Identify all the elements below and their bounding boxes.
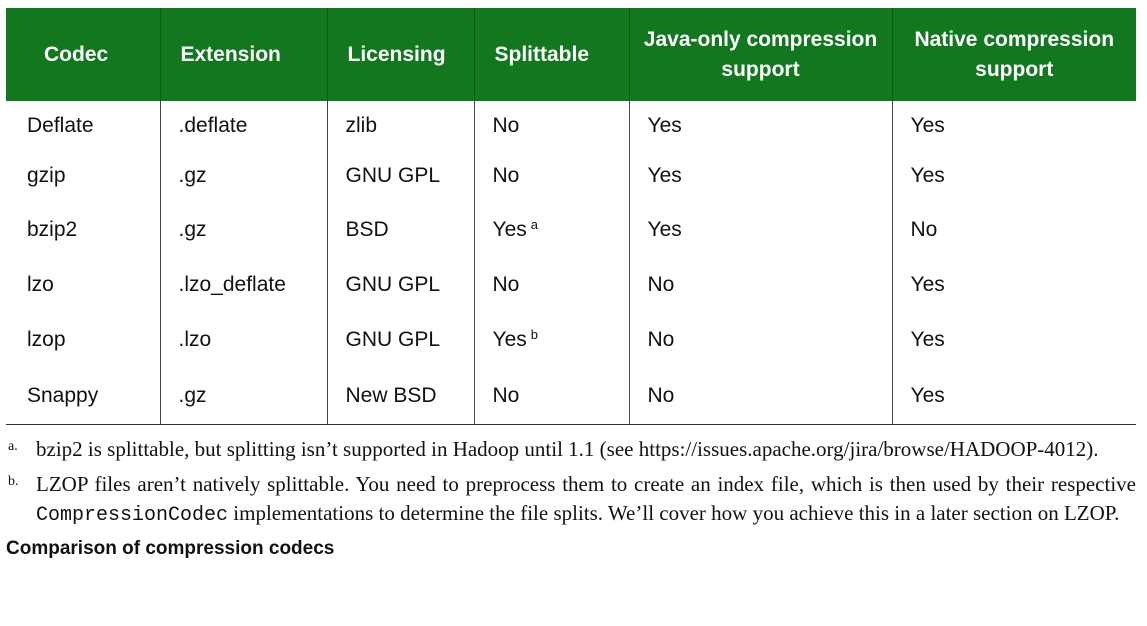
footnote-b: b. LZOP files aren’t natively splittable… [6,470,1136,530]
header-native-support: Native compression support [891,8,1136,101]
header-java-only-support: Java-only compression support [628,8,892,101]
cell-licensing: GNU GPL [326,257,474,312]
table-row: lzop .lzo GNU GPL Yes b No Yes [6,312,1136,367]
cell-codec: Snappy [6,367,160,425]
cell-splittable: No [473,150,629,202]
footnote-label: b. [8,474,19,489]
cell-licensing: GNU GPL [326,150,474,202]
footnote-text-end: implementations to determine the file sp… [228,501,1120,525]
table-row: lzo .lzo_deflate GNU GPL No No Yes [6,257,1136,312]
header-codec: Codec [44,42,109,66]
cell-codec: lzo [27,272,54,296]
cell-native: No [891,202,1136,257]
cell-native: Yes [891,257,1136,312]
splittable-value: Yes [492,218,527,241]
cell-java-only: Yes [628,150,892,202]
cell-licensing: zlib [326,101,474,150]
cell-extension: .lzo_deflate [159,257,327,312]
cell-splittable: Yes b [473,312,629,367]
header-row: Codec Extension Licensing Splittable Jav… [6,8,1136,101]
cell-native: Yes [891,367,1136,425]
cell-java-only: No [628,367,892,425]
cell-licensing: New BSD [326,367,474,425]
footnote-text: bzip2 is splittable, but splitting isn’t… [36,437,1099,461]
footnote-a: a. bzip2 is splittable, but splitting is… [6,435,1136,464]
cell-java-only: No [628,257,892,312]
cell-splittable: No [473,101,629,150]
table-header: Codec Extension Licensing Splittable Jav… [6,8,1136,101]
cell-extension: .lzo [159,312,327,367]
cell-codec: gzip [27,164,66,187]
codec-comparison-table: Codec Extension Licensing Splittable Jav… [6,8,1136,425]
header-extension: Extension [159,8,327,101]
table-body: Deflate .deflate zlib No Yes Yes gzip .g… [6,101,1136,425]
header-licensing: Licensing [326,8,474,101]
cell-extension: .gz [159,150,327,202]
cell-native: Yes [891,101,1136,150]
footnotes: a. bzip2 is splittable, but splitting is… [6,435,1136,530]
cell-extension: .gz [159,202,327,257]
cell-splittable: No [473,367,629,425]
header-splittable: Splittable [473,8,629,101]
cell-extension: .deflate [159,101,327,150]
cell-extension: .gz [159,367,327,425]
cell-licensing: BSD [326,202,474,257]
footnote-label: a. [8,439,18,454]
footnote-text-start: LZOP files aren’t natively splittable. Y… [36,472,1136,496]
cell-codec: bzip2 [27,217,78,241]
footnote-mark-a: a [530,217,538,232]
table-row: gzip .gz GNU GPL No Yes Yes [6,150,1136,202]
cell-codec: Deflate [27,113,94,137]
table-row: bzip2 .gz BSD Yes a Yes No [6,202,1136,257]
document-page: Codec Extension Licensing Splittable Jav… [6,8,1136,560]
cell-java-only: Yes [628,202,892,257]
table-row: Deflate .deflate zlib No Yes Yes [6,101,1136,150]
cell-splittable: No [473,257,629,312]
cell-splittable: Yes a [473,202,629,257]
cell-licensing: GNU GPL [326,312,474,367]
cell-java-only: No [628,312,892,367]
footnote-code: CompressionCodec [36,504,229,527]
cell-native: Yes [891,150,1136,202]
table-caption: Comparison of compression codecs [6,538,335,559]
footnote-mark-b: b [530,327,538,342]
cell-native: Yes [891,312,1136,367]
table-row: Snappy .gz New BSD No No Yes [6,367,1136,425]
cell-codec: lzop [27,327,66,351]
cell-java-only: Yes [628,101,892,150]
splittable-value: Yes [492,328,527,351]
